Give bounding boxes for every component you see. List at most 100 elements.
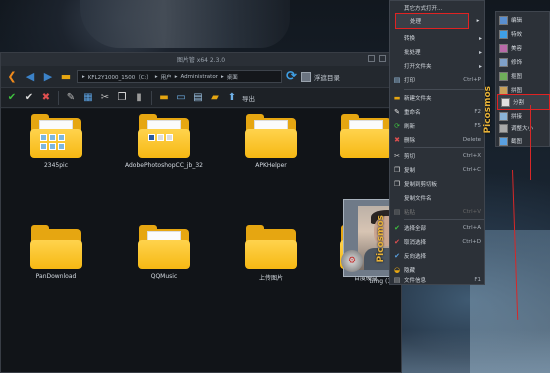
folder-name: 上传图片 bbox=[258, 275, 283, 282]
menu-separator bbox=[404, 219, 484, 220]
split-icon bbox=[501, 97, 510, 107]
folder-icon bbox=[245, 225, 297, 269]
address-segment[interactable]: 桌面 bbox=[227, 73, 238, 81]
folder-item[interactable]: AdobePhotoshopCC_jb_32 bbox=[114, 114, 214, 169]
folder-icon bbox=[30, 114, 82, 158]
picosmos-window: 图片管 x64 2.3.0 ❮ ◀ ▶ ▬ ▸ KFL2Y1000_1500（C… bbox=[0, 52, 402, 373]
copy-icon[interactable]: ❐ bbox=[115, 91, 129, 105]
screenshot-icon bbox=[499, 136, 508, 146]
menu-item-copy[interactable]: ❐ 复制 Ctrl+C bbox=[390, 163, 486, 177]
menu-item-process[interactable]: 处理 bbox=[395, 13, 469, 29]
menu-item-convert[interactable]: 转换 ▸ bbox=[390, 31, 486, 45]
submenu-item-beauty[interactable]: 美容 bbox=[496, 41, 550, 55]
folder-item[interactable]: APKHelper bbox=[221, 114, 321, 169]
menu-item-file-info[interactable]: ▤ 文件信息 F1 bbox=[390, 273, 486, 286]
toolbar: ✔ ✔ ✖ ✎ ▦ ✂ ❐ ▮ ▬ ▭ ▤ ▰ ⬆ 导出 bbox=[1, 88, 401, 108]
brand-vertical-label: Picosmos bbox=[376, 215, 386, 263]
submenu-item-effects[interactable]: 特效 bbox=[496, 27, 550, 41]
forward-arrow-icon[interactable]: ▶ bbox=[41, 70, 55, 84]
back-arrow-icon[interactable]: ◀ bbox=[23, 70, 37, 84]
address-drive-icon: ▸ bbox=[82, 73, 85, 80]
new-folder-icon[interactable]: ▬ bbox=[157, 91, 171, 105]
up-arrow-icon[interactable]: ❮ bbox=[5, 70, 19, 84]
move-icon[interactable]: ▦ bbox=[81, 91, 95, 105]
submenu-item-resize[interactable]: 调整大小 bbox=[496, 121, 550, 135]
menu-item-batch[interactable]: 批处理 ▸ bbox=[390, 45, 486, 59]
folder-icon bbox=[138, 114, 190, 158]
new-folder-icon: ▬ bbox=[393, 94, 401, 102]
submenu-item-cutout[interactable]: 抠图 bbox=[496, 69, 550, 83]
brand-vertical-label-menu: Picosmos bbox=[483, 86, 493, 134]
menu-item-copy-clipboard[interactable]: ❐ 复制到剪切板 bbox=[390, 177, 486, 191]
trash-icon[interactable]: ▮ bbox=[132, 91, 146, 105]
wallpaper-animal bbox=[80, 0, 290, 48]
export-label[interactable]: 导出 bbox=[242, 93, 255, 103]
stitch-icon bbox=[499, 111, 508, 121]
scissors-icon[interactable]: ✂ bbox=[98, 91, 112, 105]
folder-item[interactable]: PanDownload bbox=[6, 225, 106, 280]
resize-icon bbox=[499, 123, 508, 133]
menu-item-delete[interactable]: ✖ 删除 Delete bbox=[390, 133, 486, 147]
address-separator: ▸ bbox=[220, 73, 224, 80]
uncheck-icon: ✔ bbox=[394, 238, 400, 246]
print-icon[interactable]: ▤ bbox=[191, 91, 205, 105]
menu-item-paste[interactable]: ▤ 粘贴 Ctrl+V bbox=[390, 205, 486, 219]
tree-toggle-button[interactable]: 浮遮目录 bbox=[300, 71, 340, 82]
picosmos-logo-icon: ⚙ bbox=[341, 250, 363, 272]
address-segment[interactable]: Administrator bbox=[180, 74, 218, 80]
menu-item-copy-filename[interactable]: 复制文件名 bbox=[390, 191, 486, 205]
submenu-arrow-icon: ▸ bbox=[476, 18, 480, 24]
toolbar-separator bbox=[58, 90, 59, 105]
toolbar-separator bbox=[151, 90, 152, 105]
select-check-icon[interactable]: ✔ bbox=[5, 91, 19, 105]
open-folder-icon[interactable]: ▰ bbox=[208, 91, 222, 105]
folder-icon bbox=[138, 225, 190, 269]
edit-icon bbox=[499, 15, 508, 25]
menu-item-deselect[interactable]: ✔ 取消选择 Ctrl+D bbox=[390, 235, 486, 249]
check-icon: ✔ bbox=[394, 224, 400, 232]
info-icon: ▤ bbox=[393, 275, 401, 284]
folder-item[interactable]: 上传图片 bbox=[221, 225, 321, 282]
export-icon[interactable]: ⬆ bbox=[225, 91, 239, 105]
annotation-line bbox=[530, 105, 531, 180]
address-bar[interactable]: ▸ KFL2Y1000_1500（C:） ▸ 用户 ▸ Administrato… bbox=[77, 70, 282, 83]
collage-icon bbox=[499, 85, 508, 95]
clipboard-icon: ❐ bbox=[393, 180, 401, 188]
batch-icon[interactable]: ✖ bbox=[39, 91, 53, 105]
refresh-icon[interactable]: ⟳ bbox=[286, 69, 297, 84]
submenu-item-retouch[interactable]: 修饰 bbox=[496, 55, 550, 69]
address-segment[interactable]: KFL2Y1000_1500（C:） bbox=[88, 73, 152, 81]
invert-icon: ✔ bbox=[394, 252, 400, 260]
menu-item-open-folder[interactable]: 打开文件夹 ▸ bbox=[390, 59, 486, 73]
folder-browse-icon[interactable]: ▬ bbox=[59, 70, 73, 84]
folder-item[interactable]: 2345pic bbox=[6, 114, 106, 169]
wrench-icon[interactable]: ✎ bbox=[64, 91, 78, 105]
address-separator: ▸ bbox=[154, 73, 158, 80]
select-all-icon[interactable]: ✔ bbox=[22, 91, 36, 105]
rename-icon: ✎ bbox=[394, 108, 400, 116]
menu-item-cut[interactable]: ✂ 剪切 Ctrl+X bbox=[390, 149, 486, 163]
beauty-icon bbox=[499, 43, 508, 53]
menu-item-open-with[interactable]: 其它方式打开... bbox=[390, 1, 486, 15]
submenu-item-split[interactable]: 分割 bbox=[497, 94, 550, 110]
file-grid: 2345pic AdobePhotoshopCC_jb_32 APKHelper… bbox=[1, 109, 401, 372]
menu-item-select-all[interactable]: ✔ 选择全部 Ctrl+A bbox=[390, 221, 486, 235]
menu-item-print[interactable]: ▤ 打印 Ctrl+P bbox=[390, 73, 486, 87]
scissors-icon: ✂ bbox=[394, 152, 400, 160]
slideshow-icon[interactable]: ▭ bbox=[174, 91, 188, 105]
maximize-button[interactable] bbox=[379, 55, 386, 62]
submenu-item-screenshot[interactable]: 截图 bbox=[496, 134, 550, 148]
paste-icon: ▤ bbox=[393, 208, 401, 216]
menu-item-rename[interactable]: ✎ 重命名 F2 bbox=[390, 105, 486, 119]
title-bar[interactable]: 图片管 x64 2.3.0 bbox=[1, 53, 401, 66]
menu-item-refresh[interactable]: ⟳ 刷新 F5 bbox=[390, 119, 486, 133]
menu-item-invert-selection[interactable]: ✔ 反向选择 bbox=[390, 249, 486, 263]
minimize-button[interactable] bbox=[368, 55, 375, 62]
folder-item[interactable]: QQMusic bbox=[114, 225, 214, 280]
tree-icon bbox=[300, 71, 311, 82]
refresh-icon: ⟳ bbox=[394, 122, 400, 130]
menu-item-new-folder[interactable]: ▬ 新建文件夹 bbox=[390, 91, 486, 105]
folder-name: APKHelper bbox=[255, 162, 287, 169]
submenu-item-edit[interactable]: 编辑 bbox=[496, 13, 550, 27]
address-segment[interactable]: 用户 bbox=[161, 73, 172, 81]
